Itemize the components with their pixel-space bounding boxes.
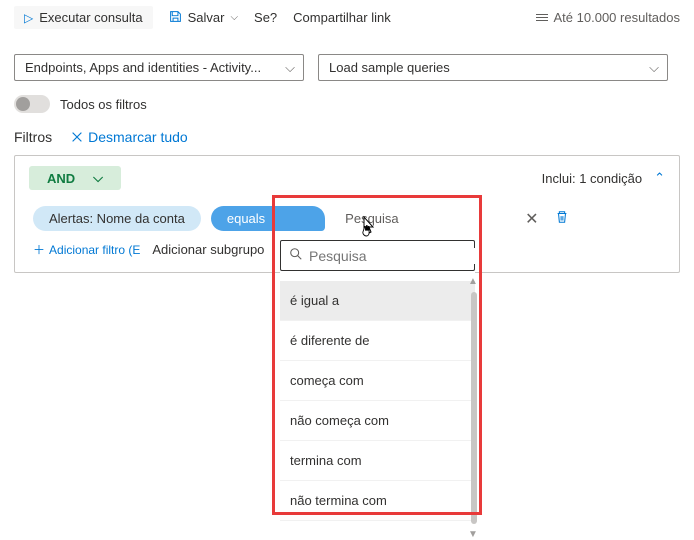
plus-icon: ＋	[33, 241, 45, 258]
operator-option[interactable]: não começa com	[280, 401, 475, 441]
delete-filter-button[interactable]	[555, 210, 569, 227]
save-label: Salvar	[188, 10, 225, 25]
save-icon	[169, 10, 182, 26]
chevron-down-icon: ⌵	[230, 12, 238, 23]
chevron-down-icon: ⌵	[649, 60, 659, 76]
run-query-button[interactable]: ▷ Executar consulta	[14, 6, 153, 29]
share-link-button[interactable]: Compartilhar link	[293, 10, 391, 25]
operator-option[interactable]: termina com	[280, 441, 475, 481]
scrollbar[interactable]	[471, 292, 477, 524]
operator-option[interactable]: começa com	[280, 361, 475, 401]
all-filters-label: Todos os filtros	[60, 97, 147, 112]
add-subgroup-button[interactable]: Adicionar subgrupo	[152, 242, 264, 257]
operator-dropdown-panel: é igual a é diferente de começa com não …	[280, 240, 475, 521]
collapse-icon[interactable]: ⌃	[654, 170, 665, 186]
operator-option[interactable]: não termina com	[280, 481, 475, 521]
operator-search[interactable]	[280, 240, 475, 271]
add-filter-button[interactable]: ＋ Adicionar filtro (E	[33, 241, 140, 258]
field-selector[interactable]: Alertas: Nome da conta	[33, 206, 201, 231]
save-button[interactable]: Salvar ⌵	[169, 10, 238, 26]
all-filters-toggle[interactable]	[14, 95, 50, 113]
logic-operator-dropdown[interactable]: AND ⌵	[29, 166, 121, 190]
value-input[interactable]: Pesquisa	[335, 206, 515, 231]
operator-search-input[interactable]	[309, 248, 490, 264]
deselect-all-button[interactable]: Desmarcar tudo	[70, 129, 188, 145]
close-icon	[70, 130, 84, 144]
filters-header: Filtros Desmarcar tudo	[0, 123, 694, 155]
chevron-down-icon: ⌵	[285, 60, 295, 76]
inclusion-count: Inclui: 1 condição	[542, 171, 642, 186]
se-link[interactable]: Se?	[254, 10, 277, 25]
scope-dropdown-row: Endpoints, Apps and identities - Activit…	[0, 36, 694, 89]
clear-value-button[interactable]: ✕	[525, 209, 538, 229]
scope-dropdown[interactable]: Endpoints, Apps and identities - Activit…	[14, 54, 304, 81]
operator-option[interactable]: é diferente de	[280, 321, 475, 361]
filter-expression-row: Alertas: Nome da conta equals Pesquisa ✕	[15, 200, 679, 237]
filters-label: Filtros	[14, 129, 52, 145]
run-query-label: Executar consulta	[39, 10, 142, 25]
list-icon	[536, 14, 548, 21]
sample-queries-dropdown[interactable]: Load sample queries ⌵	[318, 54, 668, 81]
operator-options-list: é igual a é diferente de começa com não …	[280, 281, 475, 521]
search-icon	[289, 247, 303, 264]
play-icon: ▷	[24, 11, 33, 25]
filters-toggle-row: Todos os filtros	[0, 89, 694, 123]
operator-selector[interactable]: equals	[211, 206, 325, 231]
results-limit: Até 10.000 resultados	[536, 10, 680, 25]
top-toolbar: ▷ Executar consulta Salvar ⌵ Se? Compart…	[0, 0, 694, 36]
chevron-down-icon: ⌵	[93, 170, 103, 186]
condition-header: AND ⌵ Inclui: 1 condição ⌃	[15, 156, 679, 200]
operator-option[interactable]: é igual a	[280, 281, 475, 321]
